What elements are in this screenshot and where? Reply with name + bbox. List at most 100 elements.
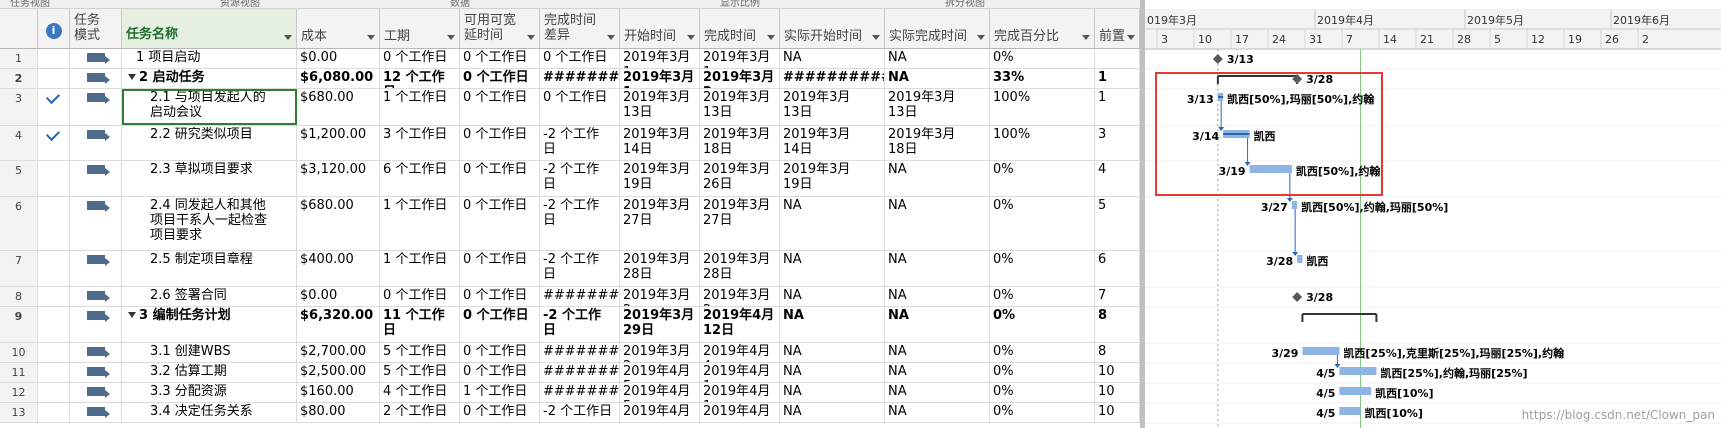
cell-pct-complete[interactable]: 0%: [990, 403, 1095, 422]
task-mode-cell[interactable]: [70, 403, 122, 422]
cell-finish-variance[interactable]: -2 个工作 日: [540, 251, 620, 286]
cell-actual-finish[interactable]: NA: [885, 383, 990, 402]
cell-free-slack[interactable]: 0 个工作日: [460, 126, 540, 160]
cell-predecessors[interactable]: 3: [1095, 126, 1140, 160]
cell-start[interactable]: 2019年3月1: [620, 49, 700, 68]
indicator-cell[interactable]: [38, 89, 70, 125]
chevron-down-icon[interactable]: [1082, 35, 1090, 40]
cell-finish[interactable]: 2019年4月1: [700, 363, 780, 382]
cell-finish-variance[interactable]: #########: [540, 343, 620, 362]
cell-finish[interactable]: 2019年3月 18日: [700, 126, 780, 160]
row-number[interactable]: 3: [0, 89, 38, 125]
cell-cost[interactable]: $1,200.00: [297, 126, 380, 160]
row-number[interactable]: 10: [0, 343, 38, 362]
cell-cost[interactable]: $6,320.00: [297, 307, 380, 342]
row-number[interactable]: 2: [0, 69, 38, 88]
task-name-cell[interactable]: 1 项目启动: [122, 49, 297, 68]
indicator-cell[interactable]: [38, 307, 70, 342]
cell-start[interactable]: 2019年3月 13日: [620, 89, 700, 125]
row-number[interactable]: 7: [0, 251, 38, 286]
cell-actual-start[interactable]: 2019年3月 19日: [780, 161, 885, 196]
cell-free-slack[interactable]: 0 个工作日: [460, 307, 540, 342]
table-row[interactable]: 3 2.1 与项目发起人的 启动会议 $680.00 1 个工作日 0 个工作日 0 个工…: [0, 89, 1140, 126]
cell-actual-finish[interactable]: NA: [885, 251, 990, 286]
cell-start[interactable]: 2019年3月2: [620, 287, 700, 306]
task-mode-cell[interactable]: [70, 89, 122, 125]
cell-predecessors[interactable]: 6: [1095, 251, 1140, 286]
chevron-down-icon[interactable]: [687, 35, 695, 40]
cell-finish[interactable]: 2019年4月4: [700, 343, 780, 362]
indicator-cell[interactable]: [38, 343, 70, 362]
task-name-cell[interactable]: 3.4 决定任务关系: [122, 403, 297, 422]
cell-cost[interactable]: $2,700.00: [297, 343, 380, 362]
cell-finish-variance[interactable]: -2 个工作 日: [540, 161, 620, 196]
indicator-cell[interactable]: [38, 161, 70, 196]
cell-predecessors[interactable]: 5: [1095, 197, 1140, 250]
cell-finish[interactable]: 2019年4月1: [700, 383, 780, 402]
cell-start[interactable]: 2019年4月5: [620, 383, 700, 402]
task-bar[interactable]: [1291, 201, 1298, 209]
cell-duration[interactable]: 6 个工作日: [380, 161, 460, 196]
row-number[interactable]: 1: [0, 49, 38, 68]
cell-finish[interactable]: 2019年4月 12日: [700, 307, 780, 342]
indicator-cell[interactable]: [38, 197, 70, 250]
cell-finish[interactable]: 2019年3月2: [700, 69, 780, 88]
cell-actual-finish[interactable]: NA: [885, 403, 990, 422]
cell-cost[interactable]: $6,080.00: [297, 69, 380, 88]
cell-finish-variance[interactable]: 0 个工作日: [540, 49, 620, 68]
task-mode-cell[interactable]: [70, 69, 122, 88]
task-bar[interactable]: [1339, 407, 1361, 415]
column-header-actual-start[interactable]: 实际开始时间: [780, 9, 885, 49]
cell-cost[interactable]: $80.00: [297, 403, 380, 422]
cell-actual-start[interactable]: 2019年3月 14日: [780, 126, 885, 160]
table-row[interactable]: 11 项目启动$0.000 个工作日0 个工作日0 个工作日2019年3月120…: [0, 49, 1140, 69]
cell-free-slack[interactable]: 0 个工作日: [460, 287, 540, 306]
table-row[interactable]: 10 3.1 创建WBS $2,700.005 个工作日0 个工作日########…: [0, 343, 1140, 363]
table-row[interactable]: 5 2.3 草拟项目要求 $3,120.00 6 个工作日 0 个工作日 -2 个工作 日…: [0, 161, 1140, 197]
task-mode-cell[interactable]: [70, 49, 122, 68]
chevron-down-icon[interactable]: [767, 35, 775, 40]
cell-pct-complete[interactable]: 0%: [990, 49, 1095, 68]
cell-actual-start[interactable]: NA: [780, 403, 885, 422]
row-number[interactable]: 6: [0, 197, 38, 250]
task-mode-cell[interactable]: [70, 251, 122, 286]
task-mode-cell[interactable]: [70, 307, 122, 342]
cell-predecessors[interactable]: 7: [1095, 287, 1140, 306]
cell-finish[interactable]: 2019年3月 27日: [700, 197, 780, 250]
cell-predecessors[interactable]: 10: [1095, 363, 1140, 382]
cell-duration[interactable]: 4 个工作日: [380, 383, 460, 402]
table-row[interactable]: 11 3.2 估算工期 $2,500.005 个工作日0 个工作日#########…: [0, 363, 1140, 383]
column-header-actual-finish[interactable]: 实际完成时间: [885, 9, 990, 49]
cell-start[interactable]: 2019年3月 29日: [620, 307, 700, 342]
cell-start[interactable]: 2019年3月 27日: [620, 197, 700, 250]
task-mode-cell[interactable]: [70, 126, 122, 160]
task-name-cell[interactable]: 3.1 创建WBS: [122, 343, 297, 362]
indicator-cell[interactable]: [38, 49, 70, 68]
cell-duration[interactable]: 5 个工作日: [380, 343, 460, 362]
cell-finish-variance[interactable]: -2 个工作 日: [540, 126, 620, 160]
ribbon-group-split-view[interactable]: 拆分视图: [945, 0, 985, 9]
cell-finish[interactable]: 2019年3月2: [700, 287, 780, 306]
ribbon-group-data[interactable]: 数据: [450, 0, 470, 9]
task-mode-cell[interactable]: [70, 161, 122, 196]
cell-free-slack[interactable]: 0 个工作日: [460, 363, 540, 382]
cell-free-slack[interactable]: 1 个工作日: [460, 383, 540, 402]
cell-finish[interactable]: 2019年3月1: [700, 49, 780, 68]
chevron-down-icon[interactable]: [284, 35, 292, 40]
cell-actual-finish[interactable]: NA: [885, 307, 990, 342]
cell-predecessors[interactable]: 4: [1095, 161, 1140, 196]
cell-duration[interactable]: 1 个工作日: [380, 251, 460, 286]
table-row[interactable]: 4 2.2 研究类似项目 $1,200.00 3 个工作日 0 个工作日 -2 个工作 日…: [0, 126, 1140, 161]
column-header-finish-variance[interactable]: 完成时间 差异: [540, 9, 620, 49]
task-name-cell[interactable]: 2.4 同发起人和其他 项目干系人一起检查 项目要求: [122, 197, 297, 250]
task-name-cell[interactable]: 2.2 研究类似项目: [122, 126, 297, 160]
cell-pct-complete[interactable]: 100%: [990, 126, 1095, 160]
cell-actual-start[interactable]: NA: [780, 363, 885, 382]
cell-pct-complete[interactable]: 0%: [990, 197, 1095, 250]
cell-cost[interactable]: $400.00: [297, 251, 380, 286]
cell-duration[interactable]: 0 个工作日: [380, 287, 460, 306]
cell-predecessors[interactable]: 10: [1095, 383, 1140, 402]
cell-cost[interactable]: $160.00: [297, 383, 380, 402]
cell-actual-start[interactable]: NA: [780, 251, 885, 286]
table-row[interactable]: 123.3 分配资源$160.004 个工作日1 个工作日#########20…: [0, 383, 1140, 403]
